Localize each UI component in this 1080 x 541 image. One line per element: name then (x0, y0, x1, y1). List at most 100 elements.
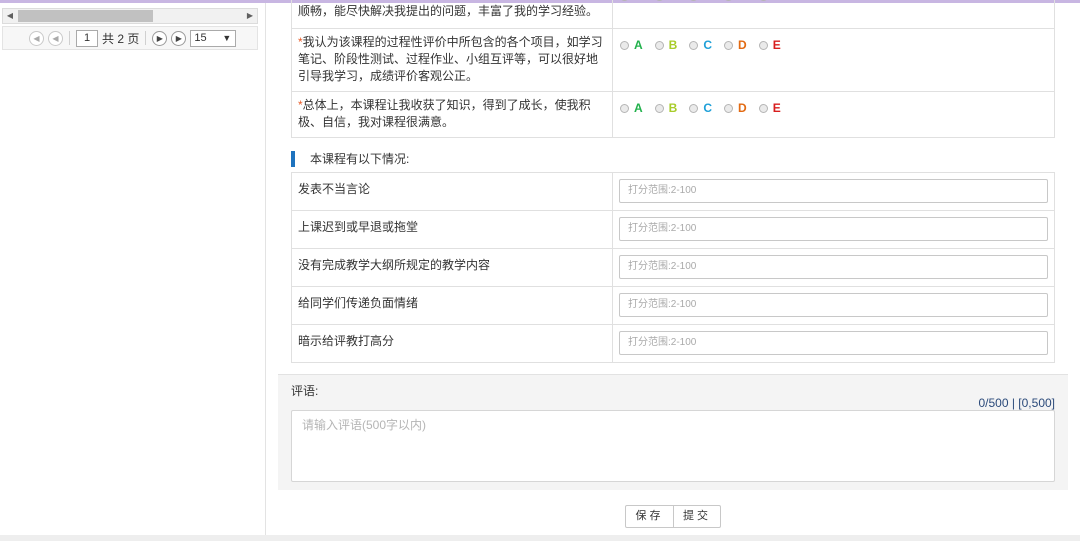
scroll-right-icon[interactable]: ▶ (243, 9, 257, 23)
rating-option-e[interactable]: E (758, 38, 781, 52)
option-letter: C (703, 38, 713, 52)
pager-divider (69, 31, 70, 45)
save-button[interactable]: 保存 (626, 506, 673, 527)
rating-option-d[interactable]: D (724, 38, 747, 52)
comment-textarea[interactable]: 请输入评语(500字以内) (291, 410, 1055, 482)
option-letter: D (738, 0, 747, 3)
radio-button[interactable] (654, 41, 664, 50)
comment-section: 评语: 0/500 | [0,500] 请输入评语(500字以内) (278, 374, 1068, 490)
score-row: 给同学们传递负面情绪 打分范围:2-100 (291, 286, 1055, 325)
score-label: 暗示给评教打高分 (291, 324, 613, 363)
action-buttons: 保存 提交 (625, 505, 721, 528)
rating-option-c[interactable]: C (689, 38, 712, 52)
page-number-input[interactable]: 1 (76, 29, 98, 47)
rating-option-c[interactable]: C (689, 0, 712, 3)
rating-option-e[interactable]: E (758, 0, 781, 3)
scroll-left-icon[interactable]: ◀ (3, 9, 17, 23)
rating-option-c[interactable]: C (689, 101, 712, 115)
option-letter: A (634, 0, 643, 3)
rating-option-a[interactable]: A (620, 101, 643, 115)
score-row: 发表不当言论 打分范围:2-100 (291, 172, 1055, 211)
dropdown-caret-icon: ▼ (222, 32, 232, 43)
score-table: 发表不当言论 打分范围:2-100 上课迟到或早退或拖堂 打分范围:2-100 没有完成… (291, 172, 1055, 363)
option-letter: A (634, 38, 643, 52)
rating-question-text: 顺畅，能尽快解决我提出的问题，丰富了我的学习经验。 (298, 4, 599, 18)
radio-button[interactable] (758, 41, 768, 50)
score-field-cell: 打分范围:2-100 (612, 248, 1055, 287)
score-input[interactable]: 打分范围:2-100 (619, 293, 1048, 317)
pagination-bar: ◀ ◀ 1 共 2 页 ▶ ▶ 15 ▼ (2, 26, 258, 50)
score-field-cell: 打分范围:2-100 (612, 324, 1055, 363)
rating-row: *我认为该课程的过程性评价中所包含的各个项目，如学习笔记、阶段性测试、过程作业、… (291, 28, 1055, 92)
bottom-bar (0, 535, 1080, 541)
rating-option-e[interactable]: E (758, 101, 781, 115)
scrollbar-thumb[interactable] (18, 10, 153, 22)
radio-button[interactable] (689, 41, 699, 50)
score-field-cell: 打分范围:2-100 (612, 210, 1055, 249)
radio-button[interactable] (620, 41, 629, 50)
radio-button[interactable] (758, 0, 768, 1)
score-input[interactable]: 打分范围:2-100 (619, 179, 1048, 203)
radio-button[interactable] (724, 104, 734, 113)
section-title: 本课程有以下情况: (291, 151, 409, 167)
comment-char-count: 0/500 | [0,500] (978, 396, 1055, 410)
horizontal-scrollbar[interactable]: ◀ ▶ (2, 8, 258, 24)
rating-options: A B C D E (612, 0, 1055, 29)
rating-table: 顺畅，能尽快解决我提出的问题，丰富了我的学习经验。 A B C D E *我认为该课程的过程… (291, 0, 1055, 138)
rating-options: A B C D E (612, 28, 1055, 92)
page-size-value: 15 (194, 31, 207, 44)
radio-button[interactable] (689, 104, 699, 113)
rating-option-d[interactable]: D (724, 0, 747, 3)
score-label: 没有完成教学大纲所规定的教学内容 (291, 248, 613, 287)
score-input[interactable]: 打分范围:2-100 (619, 255, 1048, 279)
total-pages-text: 共 2 页 (102, 31, 140, 46)
score-label: 上课迟到或早退或拖堂 (291, 210, 613, 249)
rating-question-text: 我认为该课程的过程性评价中所包含的各个项目，如学习笔记、阶段性测试、过程作业、小… (298, 35, 603, 83)
radio-button[interactable] (620, 104, 629, 113)
option-letter: A (634, 101, 643, 115)
rating-option-b[interactable]: B (654, 101, 677, 115)
last-page-icon[interactable]: ▶ (171, 30, 187, 46)
option-letter: D (738, 101, 747, 115)
score-input[interactable]: 打分范围:2-100 (619, 217, 1048, 241)
score-row: 没有完成教学大纲所规定的教学内容 打分范围:2-100 (291, 248, 1055, 287)
rating-question: *总体上，本课程让我收获了知识，得到了成长，使我积极、自信，我对课程很满意。 (291, 91, 613, 138)
radio-button[interactable] (689, 0, 699, 1)
score-field-cell: 打分范围:2-100 (612, 172, 1055, 211)
rating-question-text: 总体上，本课程让我收获了知识，得到了成长，使我积极、自信，我对课程很满意。 (298, 98, 591, 129)
rating-row: *总体上，本课程让我收获了知识，得到了成长，使我积极、自信，我对课程很满意。 A B… (291, 91, 1055, 138)
option-letter: E (772, 38, 781, 52)
radio-button[interactable] (620, 0, 629, 1)
left-panel: ◀ ▶ ◀ ◀ 1 共 2 页 ▶ ▶ 15 ▼ (0, 3, 266, 541)
option-letter: C (703, 0, 712, 3)
rating-question: *我认为该课程的过程性评价中所包含的各个项目，如学习笔记、阶段性测试、过程作业、… (291, 28, 613, 92)
rating-row: 顺畅，能尽快解决我提出的问题，丰富了我的学习经验。 A B C D E (291, 0, 1055, 29)
option-letter: D (738, 38, 747, 52)
rating-option-a[interactable]: A (620, 0, 643, 3)
next-page-icon[interactable]: ▶ (152, 30, 168, 46)
first-page-icon[interactable]: ◀ (29, 30, 44, 46)
evaluation-form: 顺畅，能尽快解决我提出的问题，丰富了我的学习经验。 A B C D E *我认为该课程的过程… (278, 0, 1068, 541)
score-row: 上课迟到或早退或拖堂 打分范围:2-100 (291, 210, 1055, 249)
prev-page-icon[interactable]: ◀ (48, 30, 63, 46)
rating-options: A B C D E (612, 91, 1055, 138)
submit-button[interactable]: 提交 (673, 506, 720, 527)
radio-button[interactable] (758, 104, 768, 113)
radio-button[interactable] (654, 104, 664, 113)
option-letter: B (669, 0, 678, 3)
score-input[interactable]: 打分范围:2-100 (619, 331, 1048, 355)
option-letter: B (668, 38, 678, 52)
score-label: 发表不当言论 (291, 172, 613, 211)
radio-button[interactable] (654, 0, 664, 1)
radio-button[interactable] (724, 0, 734, 1)
score-label: 给同学们传递负面情绪 (291, 286, 613, 325)
rating-option-b[interactable]: B (654, 38, 678, 52)
radio-button[interactable] (724, 41, 734, 50)
rating-option-d[interactable]: D (724, 101, 747, 115)
page-size-select[interactable]: 15 ▼ (190, 29, 237, 47)
option-letter: E (772, 101, 781, 115)
rating-option-a[interactable]: A (620, 38, 643, 52)
rating-question: 顺畅，能尽快解决我提出的问题，丰富了我的学习经验。 (291, 0, 613, 29)
rating-option-b[interactable]: B (654, 0, 678, 3)
pager-divider (145, 31, 147, 45)
